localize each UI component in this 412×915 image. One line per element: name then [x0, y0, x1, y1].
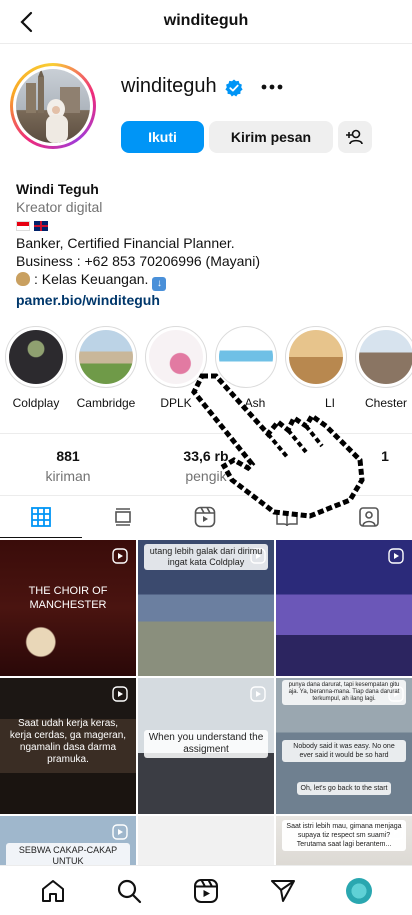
profile-name: Windi Teguh — [16, 181, 99, 197]
highlight-coldplay[interactable]: Coldplay — [1, 326, 71, 410]
grid-icon — [31, 506, 51, 527]
feed-icon — [115, 508, 131, 526]
post-tile[interactable]: Saat istri lebih mau, gimana menjaga sup… — [276, 816, 412, 865]
verified-badge-icon — [225, 79, 243, 97]
more-options-icon[interactable] — [261, 84, 283, 90]
post-tile[interactable]: When you understand the assigment — [138, 678, 274, 814]
post-tile[interactable]: SEBWA CAKAP-CAKAP UNTUK — [0, 816, 136, 865]
highlight-cambridge[interactable]: Cambridge — [71, 326, 141, 410]
highlight-label: Cambridge — [76, 396, 136, 410]
post-tile[interactable]: Saat udah kerja keras, kerja cerdas, ga … — [0, 678, 136, 814]
avatar-image — [16, 69, 90, 143]
post-caption: Saat udah kerja keras, kerja cerdas, ga … — [9, 718, 127, 765]
bio-line-3: : Kelas Keuangan. ↓ — [16, 270, 396, 291]
posts-grid: THE CHOIR OF MANCHESTER utang lebih gala… — [0, 540, 412, 865]
profile-bio: Windi Teguh Kreator digital Banker, Cert… — [16, 180, 396, 309]
flags-row — [16, 216, 396, 234]
highlight-cover — [79, 330, 133, 384]
post-caption: Nobody said it was easy. No one ever sai… — [282, 740, 406, 762]
profile-link[interactable]: pamer.bio/winditeguh — [16, 291, 396, 309]
tab-grid[interactable] — [0, 496, 82, 538]
posts-label: kiriman — [45, 468, 91, 484]
profile-avatar[interactable] — [10, 63, 96, 149]
add-person-icon — [346, 129, 363, 145]
profile-username: winditeguh — [121, 75, 217, 97]
post-tile[interactable] — [138, 816, 274, 865]
post-caption: Oh, let's go back to the start — [296, 782, 392, 795]
indonesia-flag-icon — [16, 221, 30, 232]
follow-button[interactable]: Ikuti — [121, 121, 204, 153]
post-tile[interactable]: utang lebih galak dari dirimu ingat kata… — [138, 540, 274, 676]
tab-feed[interactable] — [82, 496, 164, 538]
bio-line: Business : +62 853 70206996 (Mayani) — [16, 253, 260, 269]
profile-category: Kreator digital — [16, 199, 103, 215]
post-tile[interactable]: THE CHOIR OF MANCHESTER — [0, 540, 136, 676]
highlight-cover — [9, 330, 63, 384]
money-bag-icon — [16, 272, 30, 286]
reels-nav-icon[interactable] — [193, 878, 219, 904]
search-icon[interactable] — [116, 878, 142, 904]
top-bar: winditeguh — [0, 0, 412, 44]
message-button[interactable]: Kirim pesan — [209, 121, 333, 153]
reel-badge-icon — [112, 686, 128, 702]
reel-badge-icon — [112, 548, 128, 564]
reel-badge-icon — [112, 824, 128, 840]
post-tile[interactable]: punya dana darurat, tapi kesempatan gitu… — [276, 678, 412, 814]
posts-stat[interactable]: 881 kiriman — [8, 448, 128, 484]
suggest-user-button[interactable] — [338, 121, 372, 153]
uk-flag-icon — [34, 221, 48, 232]
page-title: winditeguh — [163, 12, 249, 29]
hand-pointer-cursor-icon — [191, 373, 365, 519]
post-caption: utang lebih galak dari dirimu ingat kata… — [144, 544, 268, 570]
arrow-right-icon: ↓ — [152, 277, 167, 291]
bio-line: : Kelas Keuangan. — [34, 271, 149, 287]
post-caption: Saat istri lebih mau, gimana menjaga sup… — [282, 820, 406, 851]
post-caption: THE CHOIR OF MANCHESTER — [28, 585, 108, 611]
reel-badge-icon — [388, 548, 404, 564]
post-caption: SEBWA CAKAP-CAKAP UNTUK — [6, 843, 130, 865]
posts-count: 881 — [56, 448, 80, 464]
highlight-label: Coldplay — [12, 396, 60, 410]
bottom-navigation — [0, 865, 412, 915]
profile-avatar-tab[interactable] — [346, 878, 372, 904]
post-tile[interactable] — [276, 540, 412, 676]
bio-line: Banker, Certified Financial Planner. — [16, 235, 235, 251]
home-icon[interactable] — [40, 878, 66, 904]
post-caption: punya dana darurat, tapi kesempatan gitu… — [282, 680, 406, 705]
reel-badge-icon — [250, 686, 266, 702]
send-message-icon[interactable] — [270, 878, 296, 904]
post-caption: When you understand the assigment — [144, 730, 268, 758]
